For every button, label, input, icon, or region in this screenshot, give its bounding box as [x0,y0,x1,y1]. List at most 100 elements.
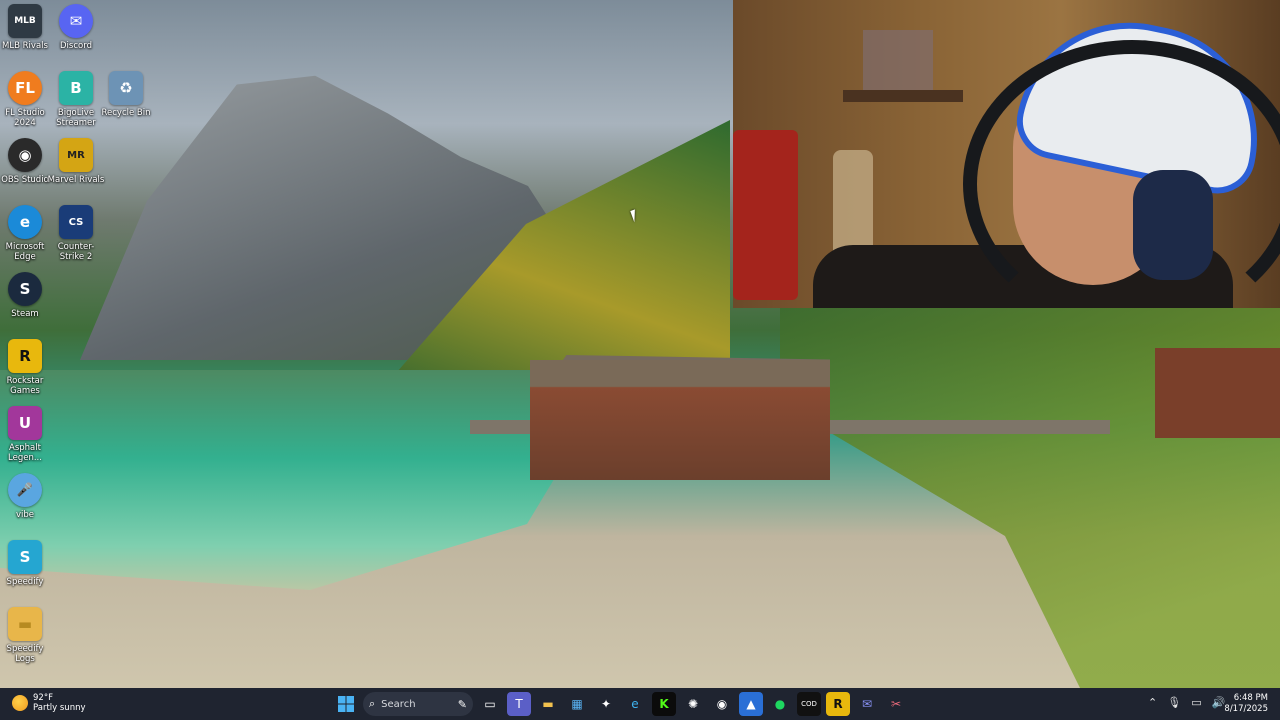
recycle-bin-icon: ♻ [109,71,143,105]
desktop-icon-label: Microsoft Edge [5,242,45,262]
kick-icon: K [659,697,669,711]
desktop-icon-vibe[interactable]: 🎤 vibe [0,473,50,520]
desktop-icon-bigolive[interactable]: B BigoLive Streamer [51,71,101,128]
microphone-icon: 🎤 [8,473,42,507]
edge-icon: e [631,697,639,711]
webcam-red-object [733,130,798,300]
taskbar: 92°F Partly sunny ⌕ Search ✎ ▭ T ▬ ▦ ✦ e… [0,688,1280,720]
spotify-icon: ● [774,697,786,711]
obs-recording-icon: ◉ [716,697,728,711]
search-placeholder: Search [381,698,416,710]
desktop-icon-speedify[interactable]: S Speedify [0,540,50,587]
microphone-icon[interactable]: 🎙 [1167,696,1181,709]
rockstar-icon: R [8,339,42,373]
taskbar-streamlabs[interactable]: ▲ [739,692,763,716]
store-icon: ▦ [571,697,583,711]
search-highlight-icon: ✎ [457,697,467,711]
steam-icon: S [8,272,42,306]
snipping-icon: ✂ [890,697,902,711]
wallpaper-boathouse [530,360,830,480]
desktop-icon-rockstar[interactable]: R Rockstar Games [0,339,50,396]
desktop-icon-obs-studio[interactable]: ◉ OBS Studio [0,138,50,185]
task-view-icon: ▭ [484,697,496,711]
taskbar-snipping-tool[interactable]: ✂ [884,692,908,716]
webcam-overlay [733,0,1280,308]
desktop-icon-label: Recycle Bin [101,108,151,118]
system-tray: ⌃ 🎙 ▭ 🔊 [1148,696,1225,709]
clock-time: 6:48 PM [1233,693,1268,703]
discord-icon: ✉ [59,4,93,38]
folder-icon: ▬ [8,607,42,641]
bigolive-icon: B [59,71,93,105]
windows-icon [338,696,354,712]
taskbar-obs[interactable]: ◉ [710,692,734,716]
taskbar-call-of-duty[interactable]: COD [797,692,821,716]
streamlabs-icon: ▲ [746,697,756,711]
desktop-icon-label: OBS Studio [1,175,49,185]
taskbar-store[interactable]: ▦ [565,692,589,716]
desktop-icon-label: Counter-Strike 2 [57,242,95,262]
mlb-rivals-icon: MLB [8,4,42,38]
webcam-headset-earcup [1133,170,1213,280]
pin-icon: ✦ [600,697,612,711]
folder-icon: ▬ [542,697,554,711]
desktop-icon-discord[interactable]: ✉ Discord [51,4,101,51]
discord-icon: ✉ [861,697,873,711]
teams-icon: T [515,697,523,711]
taskbar-chatgpt[interactable]: ✺ [681,692,705,716]
desktop-icon-label: Asphalt Legen... [8,443,42,463]
desktop-icon-mlb-rivals[interactable]: MLB MLB Rivals [0,4,50,51]
desktop-icon-label: Marvel Rivals [47,175,105,185]
wallpaper-cabin [1155,348,1280,438]
taskbar-spotify[interactable]: ● [768,692,792,716]
taskbar-search[interactable]: ⌕ Search ✎ [363,692,473,716]
start-button[interactable] [334,692,358,716]
clock-date: 8/17/2025 [1224,704,1268,714]
desktop-icon-edge[interactable]: e Microsoft Edge [0,205,50,262]
display-icon[interactable]: ▭ [1191,696,1201,709]
taskbar-edge[interactable]: e [623,692,647,716]
task-view-button[interactable]: ▭ [478,692,502,716]
marvel-rivals-icon: MR [59,138,93,172]
weather-condition: Partly sunny [33,703,86,713]
desktop-icon-counter-strike[interactable]: CS Counter-Strike 2 [51,205,101,262]
asphalt-icon: U [8,406,42,440]
weather-text: 92°F Partly sunny [33,693,86,713]
search-icon: ⌕ [369,697,376,710]
taskbar-rockstar[interactable]: R [826,692,850,716]
taskbar-teams[interactable]: T [507,692,531,716]
taskbar-discord[interactable]: ✉ [855,692,879,716]
speedify-icon: S [8,540,42,574]
wallpaper-lake [0,370,620,590]
taskbar-kick[interactable]: K [652,692,676,716]
taskbar-pinned-app[interactable]: ✦ [594,692,618,716]
webcam-shelf [843,90,963,102]
desktop-icon-label: MLB Rivals [2,41,48,51]
edge-icon: e [8,205,42,239]
webcam-wall-frame [863,30,933,90]
weather-widget[interactable]: 92°F Partly sunny [12,693,86,713]
chevron-up-icon[interactable]: ⌃ [1148,696,1157,709]
clock[interactable]: 6:48 PM 8/17/2025 [1222,693,1268,715]
counter-strike-icon: CS [59,205,93,239]
desktop-icon-label: Steam [11,309,39,319]
fl-studio-icon: FL [8,71,42,105]
obs-studio-icon: ◉ [8,138,42,172]
desktop-icon-label: Speedify [6,577,44,587]
desktop-icon-label: Speedify Logs [6,644,44,664]
taskbar-apps: ⌕ Search ✎ ▭ T ▬ ▦ ✦ e K ✺ ◉ ▲ ● COD R ✉… [334,692,908,716]
desktop-icon-marvel-rivals[interactable]: MR Marvel Rivals [48,138,104,185]
weather-temp: 92°F [33,693,53,703]
desktop-icon-steam[interactable]: S Steam [0,272,50,319]
desktop-icon-label: Rockstar Games [6,376,44,396]
desktop-icon-speedify-logs[interactable]: ▬ Speedify Logs [0,607,50,664]
desktop-icon-label: FL Studio 2024 [5,108,45,128]
partly-sunny-icon [12,695,28,711]
taskbar-file-explorer[interactable]: ▬ [536,692,560,716]
chatgpt-icon: ✺ [687,697,699,711]
desktop-icon-recycle-bin[interactable]: ♻ Recycle Bin [101,71,151,118]
desktop-icon-fl-studio[interactable]: FL FL Studio 2024 [0,71,50,128]
desktop-icon-label: Discord [60,41,92,51]
desktop-icon-asphalt[interactable]: U Asphalt Legen... [0,406,50,463]
rockstar-icon: R [833,697,843,711]
